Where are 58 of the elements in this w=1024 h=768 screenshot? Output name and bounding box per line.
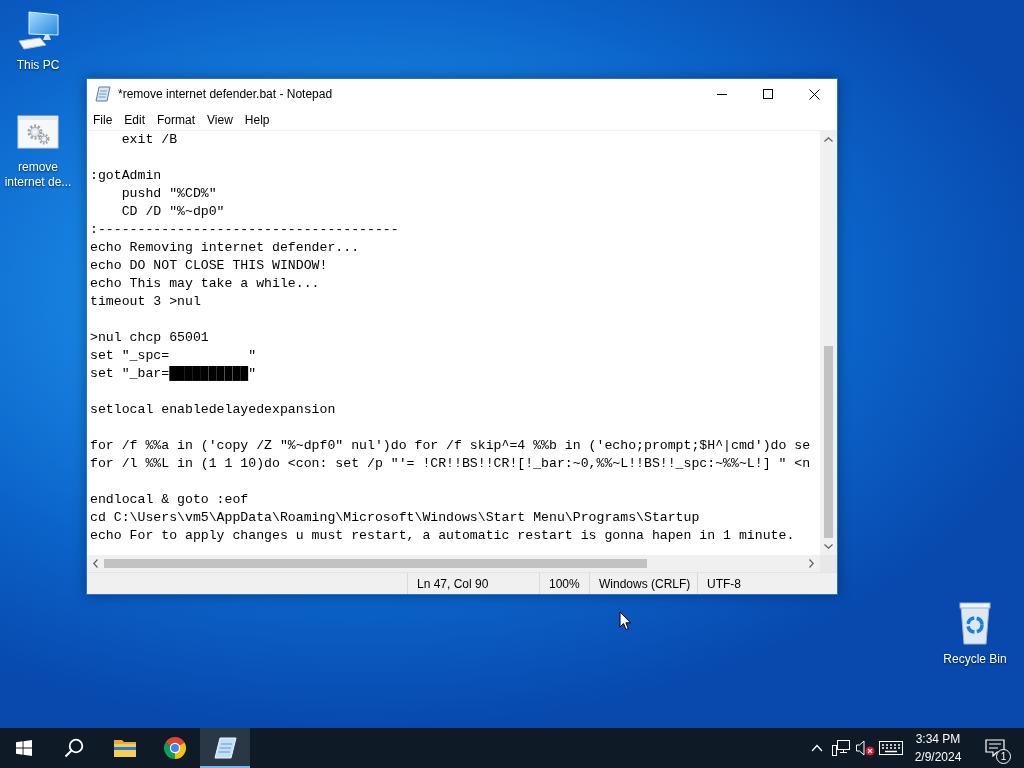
clock-date[interactable]: 2/9/2024	[914, 748, 962, 766]
code-line: for /l %%L in (1 1 10)do <con: set /p "'= !CR!!BS!!CR![!_bar:~0,%%~L!!BS!!_spc:~%%~L!] " <n	[90, 455, 811, 473]
keyboard-icon[interactable]	[879, 741, 903, 755]
window-logo-icon	[16, 740, 32, 756]
menu-item[interactable]: View	[201, 109, 239, 130]
code-line: echo This may take a while...	[90, 275, 320, 293]
maximize-icon	[763, 89, 773, 99]
zoom-level: 100%	[539, 573, 589, 594]
folder-icon	[113, 738, 137, 758]
menu-item[interactable]: Edit	[118, 109, 152, 130]
cursor-position: Ln 47, Col 90	[407, 573, 539, 594]
menu-item[interactable]: File	[87, 109, 119, 130]
window-title: *remove internet defender.bat - Notepad	[118, 87, 333, 101]
code-line: endlocal & goto :eof	[90, 491, 249, 509]
code-line: echo DO NOT CLOSE THIS WINDOW!	[90, 257, 328, 275]
speaker-icon[interactable]	[855, 740, 875, 756]
code-line: :--------------------------------------	[90, 221, 399, 239]
code-line: exit /B	[120, 131, 178, 149]
scroll-thumb[interactable]	[824, 346, 833, 538]
code-line: >nul chcp 65001	[90, 329, 209, 347]
line-ending: Windows (CRLF)	[589, 573, 697, 594]
code-line: setlocal enabledelayedexpansion	[90, 401, 336, 419]
notification-count: 1	[996, 749, 1011, 764]
minimize-icon	[717, 93, 727, 95]
network-icon[interactable]	[832, 740, 850, 756]
taskbar-app-button[interactable]	[200, 728, 250, 768]
code-line: timeout 3 >nul	[90, 293, 201, 311]
code-line: echo For to apply changes u must restart, a automatic restart is gonna hapen in 1 minute.	[90, 527, 795, 545]
computer-icon[interactable]	[16, 10, 60, 50]
gear-file-icon[interactable]	[16, 112, 60, 152]
clock-time[interactable]: 3:34 PM	[915, 730, 961, 748]
chevron-down-icon[interactable]	[824, 544, 833, 549]
menu-item[interactable]: Format	[151, 109, 202, 130]
notifications-button[interactable]: 1	[971, 728, 1019, 768]
desktop-icon-label[interactable]: remove internet de...	[0, 160, 76, 190]
vertical-scrollbar[interactable]	[820, 131, 837, 555]
code-line: set "_bar=██████████"	[90, 365, 257, 383]
horizontal-scrollbar[interactable]	[87, 555, 820, 572]
chevron-right-icon[interactable]	[809, 559, 814, 568]
notepad-icon	[95, 86, 111, 102]
code-line: echo Removing internet defender...	[90, 239, 360, 257]
code-line: set "_spc= "	[90, 347, 257, 365]
scroll-thumb[interactable]	[104, 559, 647, 568]
notepad-icon	[213, 736, 237, 760]
search-icon	[64, 738, 84, 758]
close-icon	[808, 88, 820, 100]
desktop-icon-label[interactable]: This PC	[16, 58, 60, 73]
code-line: for /f %%a in ('copy /Z "%~dpf0" nul')do for /f skip^=4 %%b in ('echo;prompt;$H^|cmd')do se	[90, 437, 811, 455]
code-line: cd C:\Users\vm5\AppData\Roaming\Microsoft\Windows\Start Menu\Programs\Startup	[90, 509, 700, 527]
mouse-pointer-icon	[619, 611, 632, 631]
code-line: pushd "%CD%"	[120, 185, 217, 203]
ring-logo-icon	[163, 736, 187, 760]
encoding: UTF-8	[697, 573, 837, 594]
code-line: :gotAdmin	[90, 167, 162, 185]
menu-item[interactable]: Help	[238, 109, 276, 130]
desktop-icon-label[interactable]: Recycle Bin	[943, 652, 1007, 667]
code-line: CD /D "%~dp0"	[120, 203, 225, 221]
chevron-left-icon[interactable]	[93, 559, 98, 568]
